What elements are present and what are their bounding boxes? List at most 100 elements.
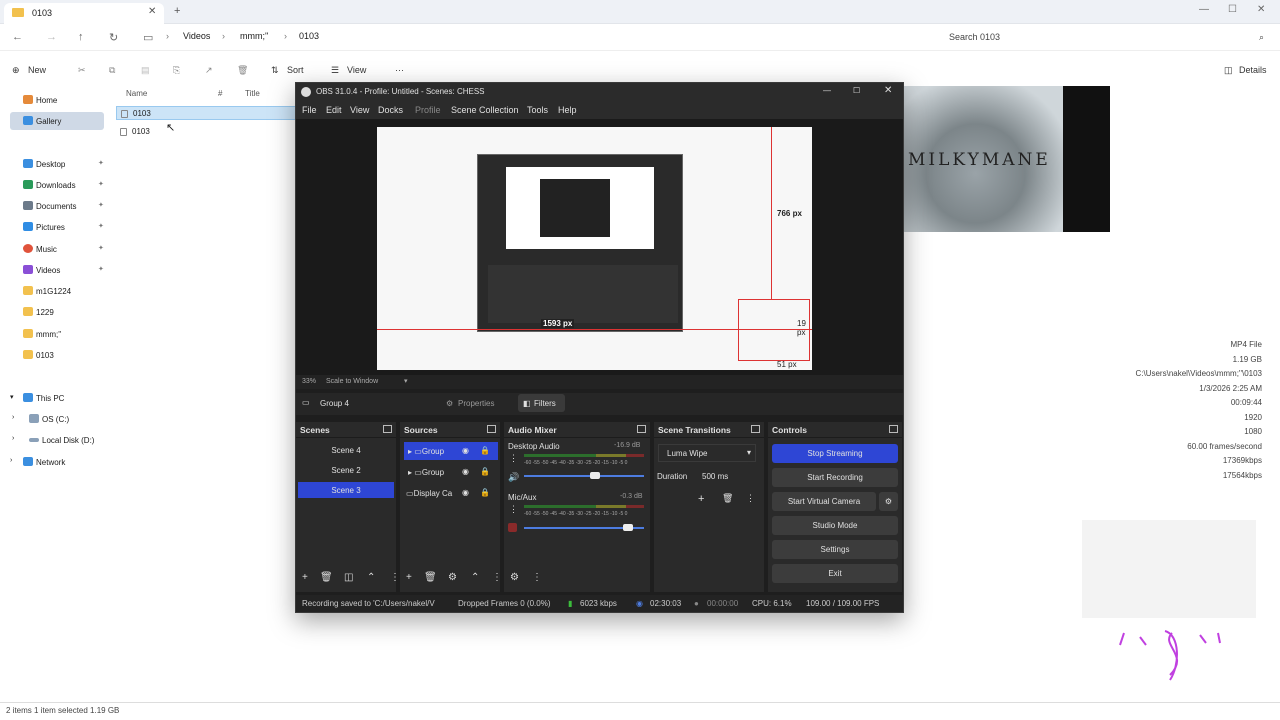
filters-button[interactable]: Filters [534, 399, 556, 408]
speaker-icon[interactable]: 🔊 [508, 472, 519, 483]
dock-popout-icon[interactable] [637, 425, 646, 433]
menu-help[interactable]: Help [558, 105, 577, 115]
nav-network[interactable]: › Network [10, 453, 104, 471]
expand-icon[interactable]: ▸ [404, 468, 412, 477]
gear-icon[interactable]: ⚙ [448, 572, 457, 583]
share-icon[interactable]: ↗ [205, 65, 213, 76]
new-tab-button[interactable]: + [174, 5, 180, 17]
paste-icon[interactable]: ▤ [141, 65, 150, 76]
add-icon[interactable]: + [406, 572, 412, 583]
more-button[interactable]: ··· [395, 65, 404, 75]
chevron-down-icon[interactable]: ▾ [404, 377, 408, 385]
start-recording-button[interactable]: Start Recording [772, 468, 898, 487]
view-button[interactable]: View [347, 65, 366, 75]
column-title[interactable]: Title [245, 89, 260, 98]
properties-button[interactable]: Properties [458, 399, 494, 408]
source-row[interactable]: ▸ ▭Group ◉ 🔒 [404, 442, 498, 460]
add-icon[interactable]: + [698, 493, 704, 505]
delete-icon[interactable]: 🗑 [237, 65, 248, 76]
eye-icon[interactable]: ◉ [462, 488, 469, 497]
eye-icon[interactable]: ◉ [462, 446, 469, 455]
nav-music[interactable]: Music ✦ [10, 240, 104, 258]
column-name[interactable]: Name [126, 89, 147, 98]
scale-mode-select[interactable]: Scale to Window [326, 378, 378, 385]
gear-icon[interactable]: ⚙ [879, 492, 898, 511]
nav-home[interactable]: Home [10, 91, 104, 109]
pc-icon[interactable]: ▭ [143, 31, 153, 44]
scene-item[interactable]: Scene 4 [298, 442, 394, 458]
nav-pictures[interactable]: Pictures ✦ [10, 218, 104, 236]
more-icon[interactable]: ⋮ [509, 453, 518, 464]
stop-streaming-button[interactable]: Stop Streaming [772, 444, 898, 463]
nav-this-pc[interactable]: ▾ This PC [10, 389, 104, 407]
settings-button[interactable]: Settings [772, 540, 898, 559]
new-button[interactable]: New [28, 65, 46, 75]
minimize-icon[interactable]: — [1199, 4, 1209, 15]
trash-icon[interactable]: 🗑 [424, 572, 437, 583]
start-virtual-camera-button[interactable]: Start Virtual Camera [772, 492, 876, 511]
studio-mode-button[interactable]: Studio Mode [772, 516, 898, 535]
chevron-up-icon[interactable]: ⌃ [367, 572, 375, 583]
minimize-icon[interactable]: — [823, 86, 831, 95]
nav-folder-2[interactable]: 1229 [10, 303, 104, 321]
breadcrumb-current[interactable]: 0103 [299, 31, 319, 41]
nav-downloads[interactable]: Downloads ✦ [10, 176, 104, 194]
expand-icon[interactable]: ▸ [404, 447, 412, 456]
nav-drive-d[interactable]: › Local Disk (D:) [12, 431, 110, 449]
file-row[interactable]: 0103 [116, 125, 296, 139]
dock-popout-icon[interactable] [383, 425, 392, 433]
gear-icon[interactable]: ⚙ [510, 572, 519, 583]
more-icon[interactable]: ⋮ [509, 504, 518, 515]
cut-icon[interactable]: ✂ [78, 65, 86, 76]
refresh-icon[interactable]: ↻ [109, 31, 118, 44]
menu-file[interactable]: File [302, 105, 317, 115]
menu-docks[interactable]: Docks [378, 105, 403, 115]
add-icon[interactable]: + [302, 572, 308, 583]
nav-folder-3[interactable]: mmm;'' [10, 325, 104, 343]
obs-preview-area[interactable]: 1593 px 766 px 19 px 51 px [296, 119, 903, 375]
dock-popout-icon[interactable] [487, 425, 496, 433]
column-number[interactable]: # [218, 89, 222, 98]
source-row[interactable]: ▸ ▭Group ◉ 🔒 [404, 463, 498, 481]
trash-icon[interactable]: 🗑 [320, 572, 333, 583]
volume-knob[interactable] [590, 472, 600, 479]
close-icon[interactable]: ✕ [1257, 4, 1265, 15]
nav-folder-4[interactable]: 0103 [10, 346, 104, 364]
search-input[interactable]: Search 0103 ⌕ [940, 28, 1270, 47]
forward-icon[interactable]: → [46, 31, 57, 43]
lock-icon[interactable]: 🔒 [480, 446, 490, 455]
menu-edit[interactable]: Edit [326, 105, 342, 115]
volume-knob[interactable] [623, 524, 633, 531]
nav-drive-c[interactable]: › OS (C:) [12, 410, 110, 428]
scene-item[interactable]: Scene 2 [298, 462, 394, 478]
copy-icon[interactable]: ⧉ [109, 65, 115, 76]
menu-scene-collection[interactable]: Scene Collection [451, 105, 519, 115]
menu-profile[interactable]: Profile [415, 105, 441, 115]
nav-gallery[interactable]: Gallery [10, 112, 104, 130]
lock-icon[interactable]: 🔒 [480, 467, 490, 476]
close-icon[interactable]: ✕ [884, 85, 892, 96]
nav-folder-1[interactable]: m1G1224 [10, 282, 104, 300]
sort-button[interactable]: Sort [287, 65, 304, 75]
back-icon[interactable]: ← [12, 31, 23, 43]
maximize-icon[interactable]: ☐ [853, 86, 860, 95]
more-icon[interactable]: ⋮ [532, 572, 542, 583]
up-icon[interactable]: ↑ [78, 31, 84, 43]
chevron-up-icon[interactable]: ⌃ [471, 572, 479, 583]
exit-button[interactable]: Exit [772, 564, 898, 583]
rename-icon[interactable]: ⎘ [173, 65, 180, 76]
file-row[interactable]: 0103 [116, 106, 296, 120]
breadcrumb-videos[interactable]: Videos [183, 31, 210, 41]
menu-tools[interactable]: Tools [527, 105, 548, 115]
transition-select[interactable]: Luma Wipe ▾ [658, 444, 756, 462]
maximize-icon[interactable]: ☐ [1228, 4, 1237, 15]
nav-desktop[interactable]: Desktop ✦ [10, 155, 104, 173]
breadcrumb-folder[interactable]: mmm;'' [240, 31, 268, 41]
nav-documents[interactable]: Documents ✦ [10, 197, 104, 215]
menu-view[interactable]: View [350, 105, 369, 115]
mute-icon[interactable] [508, 523, 517, 532]
more-icon[interactable]: ⋮ [492, 572, 502, 583]
trash-icon[interactable]: 🗑 [722, 493, 733, 504]
eye-icon[interactable]: ◉ [462, 467, 469, 476]
close-tab-icon[interactable]: ✕ [148, 6, 156, 17]
